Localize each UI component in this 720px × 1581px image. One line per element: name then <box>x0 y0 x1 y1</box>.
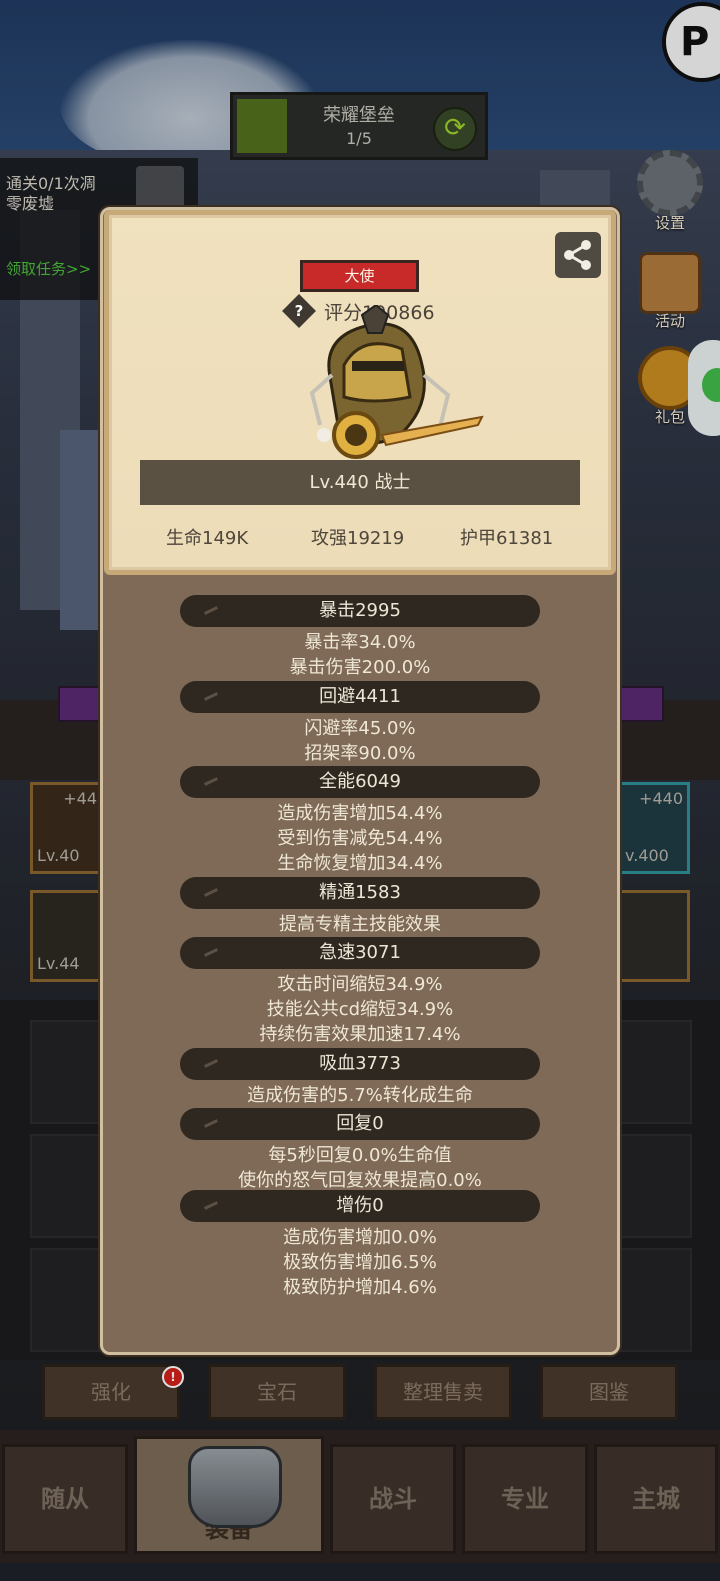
stat-header-crit: 暴击2995 <box>180 595 540 627</box>
stat-line: 暴击率34.0% <box>304 632 416 653</box>
stat-line: 极致伤害增加6.5% <box>283 1252 437 1273</box>
level-class-bar: Lv.440 战士 <box>140 460 580 505</box>
stat-line: 极致防护增加4.6% <box>283 1277 437 1298</box>
attack-stat: 攻强19219 <box>311 528 405 549</box>
stat-line: 受到伤害减免54.4% <box>277 828 443 849</box>
stat-line: 提高专精主技能效果 <box>279 914 441 935</box>
stat-line: 使你的怒气回复效果提高0.0% <box>238 1170 482 1191</box>
stat-line: 攻击时间缩短34.9% <box>277 974 443 995</box>
stat-header-haste: 急速3071 <box>180 937 540 969</box>
stat-header-mastery: 精通1583 <box>180 877 540 909</box>
stat-header-damage-bonus: 增伤0 <box>180 1190 540 1222</box>
stat-line: 生命恢复增加34.4% <box>277 853 443 874</box>
stat-line: 造成伤害增加54.4% <box>277 803 443 824</box>
stat-line: 招架率90.0% <box>304 743 416 764</box>
share-icon <box>564 240 591 270</box>
stat-line: 造成伤害增加0.0% <box>283 1227 437 1248</box>
title-tag: 大使 <box>300 260 419 292</box>
stat-header-lifesteal: 吸血3773 <box>180 1048 540 1080</box>
stat-header-avoidance: 回避4411 <box>180 681 540 713</box>
stat-line: 造成伤害的5.7%转化成生命 <box>247 1085 473 1106</box>
share-button[interactable] <box>555 232 601 278</box>
stat-header-recovery: 回复0 <box>180 1108 540 1140</box>
stat-line: 暴击伤害200.0% <box>289 657 431 678</box>
hp-stat: 生命149K <box>166 528 249 549</box>
stat-line: 每5秒回复0.0%生命值 <box>268 1145 452 1166</box>
stat-line: 技能公共cd缩短34.9% <box>266 999 454 1020</box>
stat-line: 持续伤害效果加速17.4% <box>259 1024 461 1045</box>
hero-portrait <box>309 305 484 459</box>
armor-stat: 护甲61381 <box>460 528 554 549</box>
stat-line: 闪避率45.0% <box>304 718 416 739</box>
stat-header-versatility: 全能6049 <box>180 766 540 798</box>
